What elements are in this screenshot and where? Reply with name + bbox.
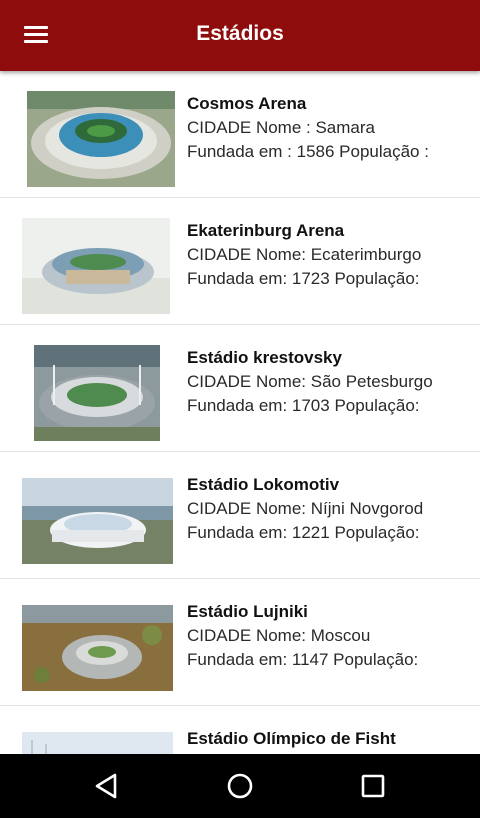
- stadium-name: Cosmos Arena: [187, 94, 307, 113]
- back-icon[interactable]: [79, 764, 135, 808]
- stadium-city: CIDADE Nome : Samara: [187, 118, 375, 137]
- system-nav-bar: [0, 754, 480, 818]
- stadium-image: [22, 732, 173, 754]
- stadium-city: CIDADE Nome: Moscou: [187, 626, 371, 645]
- stadium-founded: Fundada em: 1147 População:: [187, 650, 419, 669]
- stadium-city: CIDADE Nome: Ecaterimburgo: [187, 245, 422, 264]
- stadium-image: [22, 605, 173, 691]
- stadium-image: [34, 345, 160, 441]
- stadium-name: Estádio krestovsky: [187, 348, 342, 367]
- stadium-image: [22, 478, 173, 564]
- recents-icon[interactable]: [345, 764, 401, 808]
- list-item[interactable]: Estádio Olímpico de Fisht: [0, 706, 480, 754]
- list-item[interactable]: Estádio Lujniki CIDADE Nome: Moscou Fund…: [0, 579, 480, 706]
- stadium-founded: Fundada em: 1221 População:: [187, 523, 420, 542]
- stadium-city: CIDADE Nome: Níjni Novgorod: [187, 499, 424, 518]
- stadium-name: Estádio Olímpico de Fisht: [187, 729, 396, 748]
- app-bar: Estádios: [0, 0, 480, 71]
- stadium-city: CIDADE Nome: São Petesburgo: [187, 372, 433, 391]
- stadium-founded: Fundada em: 1703 População:: [187, 396, 420, 415]
- list-item[interactable]: Cosmos Arena CIDADE Nome : Samara Fundad…: [0, 71, 480, 198]
- stadium-name: Estádio Lokomotiv: [187, 475, 340, 494]
- list-item[interactable]: Estádio Lokomotiv CIDADE Nome: Níjni Nov…: [0, 452, 480, 579]
- stadium-list[interactable]: Cosmos Arena CIDADE Nome : Samara Fundad…: [0, 71, 480, 754]
- stadium-image: [22, 218, 170, 314]
- stadium-founded: Fundada em: 1723 População:: [187, 269, 420, 288]
- stadium-name: Estádio Lujniki: [187, 602, 308, 621]
- stadium-founded: Fundada em : 1586 População :: [187, 142, 429, 161]
- page-title: Estádios: [196, 22, 284, 45]
- menu-icon[interactable]: [24, 24, 50, 44]
- stadium-image: [27, 91, 175, 187]
- list-item[interactable]: Estádio krestovsky CIDADE Nome: São Pete…: [0, 325, 480, 452]
- home-icon[interactable]: [212, 764, 268, 808]
- stadium-name: Ekaterinburg Arena: [187, 221, 345, 240]
- list-item[interactable]: Ekaterinburg Arena CIDADE Nome: Ecaterim…: [0, 198, 480, 325]
